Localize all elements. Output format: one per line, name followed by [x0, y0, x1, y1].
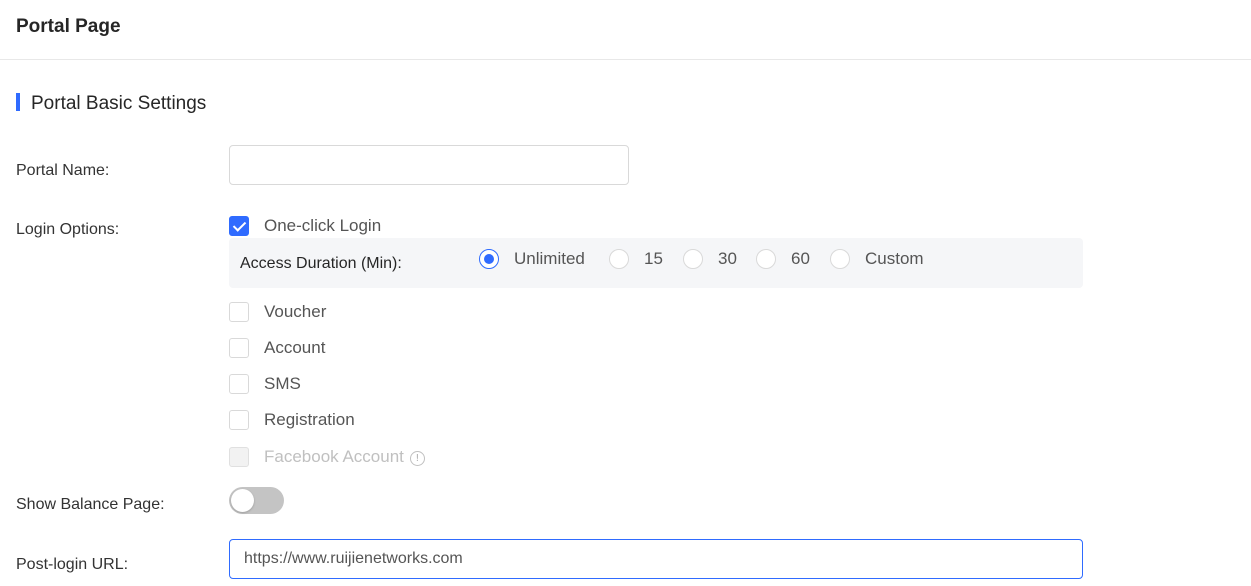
section-title: Portal Basic Settings — [31, 93, 207, 114]
facebook-account-checkbox: Facebook Account! — [229, 446, 425, 468]
registration-label: Registration — [264, 410, 355, 429]
show-balance-label: Show Balance Page: — [16, 496, 165, 513]
radio-unselected-icon[interactable] — [683, 249, 703, 269]
page-header: Portal Page — [0, 0, 1251, 60]
radio-selected-icon[interactable] — [479, 249, 499, 269]
radio-label-15: 15 — [644, 249, 663, 268]
portal-name-label: Portal Name: — [16, 162, 110, 179]
one-click-login-checkbox[interactable]: One-click Login — [229, 215, 381, 237]
post-login-url-input[interactable] — [229, 539, 1083, 579]
account-label: Account — [264, 338, 326, 357]
facebook-account-label-wrap: Facebook Account! — [264, 446, 425, 468]
facebook-account-label: Facebook Account — [264, 447, 404, 466]
radio-custom[interactable]: Custom — [830, 248, 924, 270]
voucher-label: Voucher — [264, 302, 327, 321]
access-duration-label: Access Duration (Min): — [240, 255, 402, 272]
checkbox-unchecked-icon[interactable] — [229, 410, 249, 430]
checkbox-unchecked-icon[interactable] — [229, 302, 249, 322]
sms-checkbox[interactable]: SMS — [229, 373, 301, 395]
toggle-knob — [231, 489, 254, 512]
radio-15[interactable]: 15 — [609, 248, 663, 270]
sms-label: SMS — [264, 374, 301, 393]
radio-label-60: 60 — [791, 249, 810, 268]
radio-unselected-icon[interactable] — [830, 249, 850, 269]
radio-unselected-icon[interactable] — [756, 249, 776, 269]
radio-label-custom: Custom — [865, 249, 924, 268]
checkbox-unchecked-icon[interactable] — [229, 338, 249, 358]
login-options-label: Login Options: — [16, 221, 120, 238]
checkbox-checked-icon[interactable] — [229, 216, 249, 236]
radio-label-unlimited: Unlimited — [514, 249, 585, 268]
access-duration-panel: Access Duration (Min): Unlimited 15 30 6… — [229, 238, 1083, 288]
registration-checkbox[interactable]: Registration — [229, 409, 355, 431]
info-icon[interactable]: ! — [409, 451, 425, 466]
portal-name-input[interactable] — [229, 145, 629, 185]
checkbox-disabled-icon — [229, 447, 249, 467]
show-balance-toggle[interactable] — [229, 487, 284, 514]
radio-label-30: 30 — [718, 249, 737, 268]
radio-unselected-icon[interactable] — [609, 249, 629, 269]
one-click-login-label: One-click Login — [264, 216, 382, 235]
checkbox-unchecked-icon[interactable] — [229, 374, 249, 394]
radio-unlimited[interactable]: Unlimited — [479, 248, 585, 270]
section-accent-bar — [16, 93, 20, 111]
voucher-checkbox[interactable]: Voucher — [229, 301, 326, 323]
radio-30[interactable]: 30 — [683, 248, 737, 270]
radio-60[interactable]: 60 — [756, 248, 810, 270]
post-login-url-label: Post-login URL: — [16, 556, 129, 573]
page-title: Portal Page — [16, 16, 121, 37]
account-checkbox[interactable]: Account — [229, 337, 325, 359]
